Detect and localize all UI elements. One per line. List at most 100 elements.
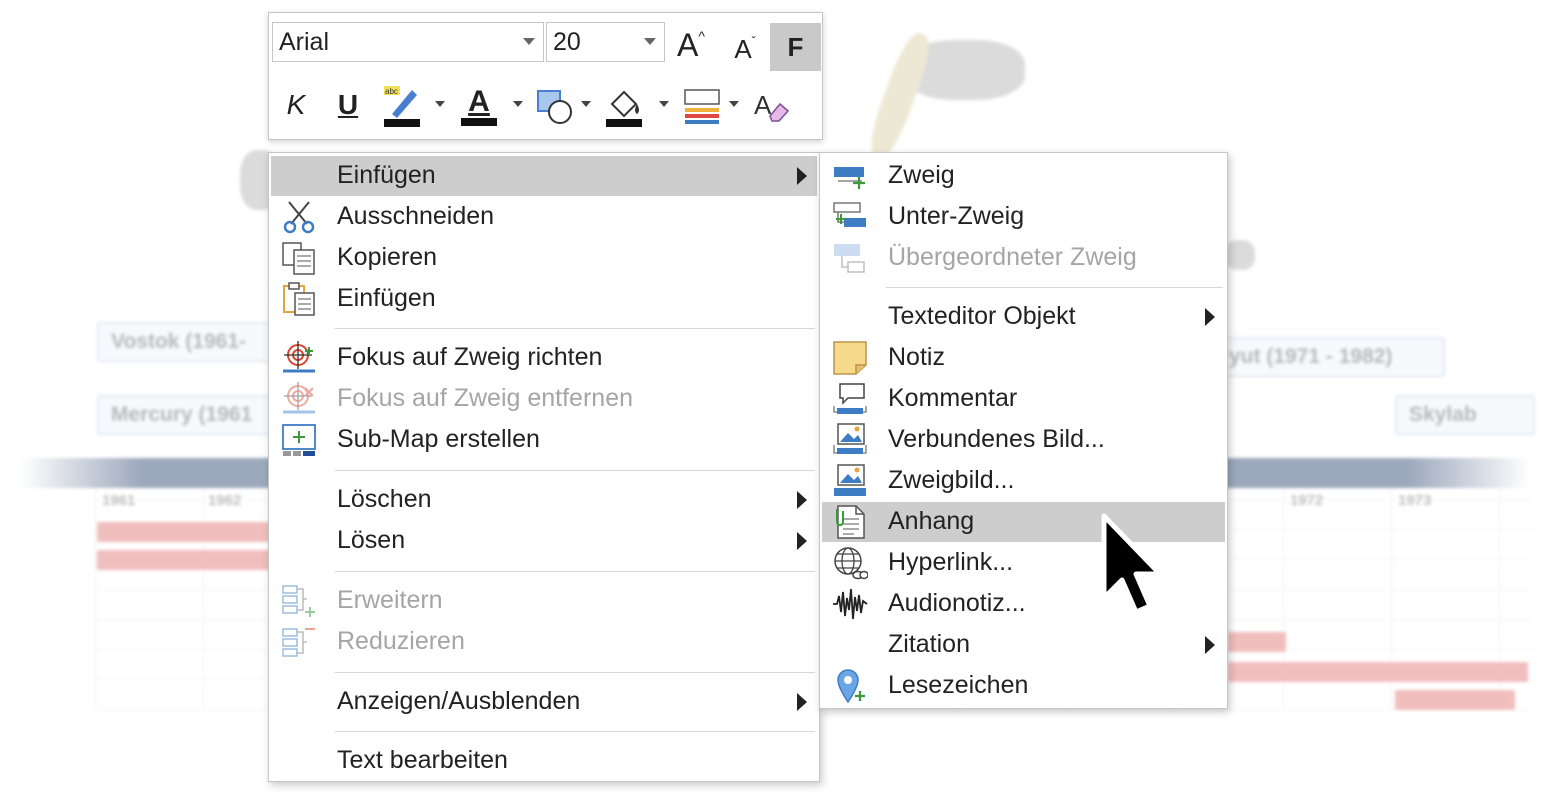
clear-format-button[interactable]: A (751, 85, 793, 127)
font-size-combo[interactable]: 20 (546, 22, 665, 62)
menu-item-label: Kopieren (337, 243, 438, 271)
menu-item-detach[interactable]: Lösen (271, 521, 817, 561)
menu-item-label: Übergeordneter Zweig (888, 243, 1137, 271)
submenu-item-bookmark[interactable]: Lesezeichen (822, 666, 1225, 706)
submenu-item-citation[interactable]: Zitation (822, 625, 1225, 665)
menu-item-label: Verbundenes Bild... (888, 425, 1105, 453)
svg-text:abc: abc (385, 87, 398, 96)
menu-item-label: Anhang (888, 507, 975, 535)
timeline-range-bar (1228, 662, 1528, 682)
submenu-item-note[interactable]: Notiz (822, 338, 1225, 378)
line-color-dropdown-icon[interactable] (729, 101, 739, 107)
submenu-item-branch-image[interactable]: Zweigbild... (822, 461, 1225, 501)
submenu-arrow-icon (1205, 308, 1215, 326)
note-icon (833, 341, 867, 375)
menu-item-label: Texteditor Objekt (888, 302, 1076, 330)
submenu-item-text-editor-object[interactable]: Texteditor Objekt (822, 297, 1225, 337)
menu-item-label: Zweig (888, 161, 955, 189)
font-color-dropdown-icon[interactable] (513, 101, 523, 107)
grow-font-icon: A (677, 26, 699, 63)
map-box-skylab: Skylab (1395, 395, 1535, 435)
collapse-icon (282, 628, 315, 657)
menu-item-edit-text[interactable]: Text bearbeiten (271, 741, 817, 781)
submenu-item-parent-branch[interactable]: Übergeordneter Zweig (822, 238, 1225, 278)
fill-color-dropdown-icon[interactable] (659, 101, 669, 107)
grow-font-button[interactable]: A ^ (671, 25, 711, 65)
menu-item-label: Lösen (337, 526, 406, 554)
menu-item-label: Unter-Zweig (888, 202, 1025, 230)
submenu-item-comment[interactable]: Kommentar (822, 379, 1225, 419)
menu-item-collapse[interactable]: Reduzieren (271, 622, 817, 662)
submap-icon (282, 424, 316, 456)
bold-button[interactable]: F (770, 23, 821, 71)
svg-text:A: A (754, 90, 772, 120)
bookmark-icon (837, 669, 865, 703)
menu-item-label: Sub-Map erstellen (337, 425, 540, 453)
scissors-icon (283, 201, 315, 234)
branch-icon (834, 167, 865, 189)
menu-item-label: Lesezeichen (888, 671, 1029, 699)
map-box-vostok: Vostok (1961- (97, 322, 287, 362)
bold-icon: F (787, 31, 804, 62)
branch-image-icon (834, 464, 866, 496)
menu-item-delete[interactable]: Löschen (271, 480, 817, 520)
line-color-button[interactable] (681, 85, 723, 127)
year-label: 1973 (1398, 492, 1432, 509)
menu-item-label: Einfügen (337, 161, 436, 189)
menu-item-label: Hyperlink... (888, 548, 1014, 576)
paste-icon (283, 282, 315, 316)
menu-item-label: Reduzieren (337, 627, 465, 655)
highlight-button[interactable]: abc (381, 83, 423, 129)
fill-color-button[interactable] (603, 83, 645, 129)
submenu-item-branch[interactable]: Zweig (822, 156, 1225, 196)
chevron-down-icon (523, 38, 535, 45)
linked-image-icon (833, 423, 867, 454)
menu-item-label: Kommentar (888, 384, 1018, 412)
menu-item-label: Einfügen (337, 284, 436, 312)
insert-submenu: Zweig Unter-Zweig Übergeordneter Zweig T… (819, 152, 1228, 709)
eraser-icon: A (754, 90, 790, 122)
shrink-font-button[interactable]: Aˇ (725, 29, 765, 69)
menu-item-label: Text bearbeiten (337, 746, 508, 774)
year-label: 1961 (102, 492, 136, 509)
menu-item-unfocus-branch[interactable]: Fokus auf Zweig entfernen (271, 379, 817, 419)
font-name-combo[interactable]: Arial (272, 22, 544, 62)
map-box-mercury: Mercury (1961 (97, 395, 287, 435)
menu-item-copy[interactable]: Kopieren (271, 238, 817, 278)
menu-separator (335, 571, 815, 572)
timeline-range-bar (1228, 632, 1286, 652)
shape-button[interactable] (535, 85, 575, 127)
font-size-value: 20 (553, 28, 581, 56)
submenu-item-linked-image[interactable]: Verbundenes Bild... (822, 420, 1225, 460)
menu-item-show-hide[interactable]: Anzeigen/Ausblenden (271, 682, 817, 722)
shrink-font-icon: A (734, 33, 752, 64)
menu-separator (335, 328, 815, 329)
parent-branch-icon (834, 244, 865, 273)
italic-icon: K (286, 89, 306, 120)
menu-separator (335, 672, 815, 673)
shape-dropdown-icon[interactable] (581, 101, 591, 107)
map-box-soyuz: yut (1971 - 1982) (1215, 337, 1445, 377)
station-image-2 (1225, 240, 1255, 270)
menu-item-label: Ausschneiden (337, 202, 495, 230)
menu-item-insert[interactable]: Einfügen (271, 156, 817, 196)
menu-separator (335, 470, 815, 471)
timeline-range-bar (1395, 690, 1515, 710)
menu-item-label: Anzeigen/Ausblenden (337, 687, 581, 715)
menu-item-expand[interactable]: Erweitern (271, 581, 817, 621)
expand-icon (282, 585, 315, 617)
submenu-item-subbranch[interactable]: Unter-Zweig (822, 197, 1225, 237)
italic-button[interactable]: K (279, 85, 313, 125)
menu-item-create-submap[interactable]: Sub-Map erstellen (271, 420, 817, 460)
focus-target-icon (283, 341, 315, 373)
font-color-button[interactable]: A (459, 83, 499, 129)
menu-item-cut[interactable]: Ausschneiden (271, 197, 817, 237)
menu-item-paste[interactable]: Einfügen (271, 279, 817, 319)
menu-item-label: Erweitern (337, 586, 443, 614)
menu-item-label: Notiz (888, 343, 945, 371)
highlight-dropdown-icon[interactable] (435, 101, 445, 107)
shapes-icon (537, 90, 572, 124)
copy-icon (282, 242, 315, 275)
menu-item-focus-branch[interactable]: Fokus auf Zweig richten (271, 338, 817, 378)
underline-button[interactable]: U (331, 85, 365, 125)
